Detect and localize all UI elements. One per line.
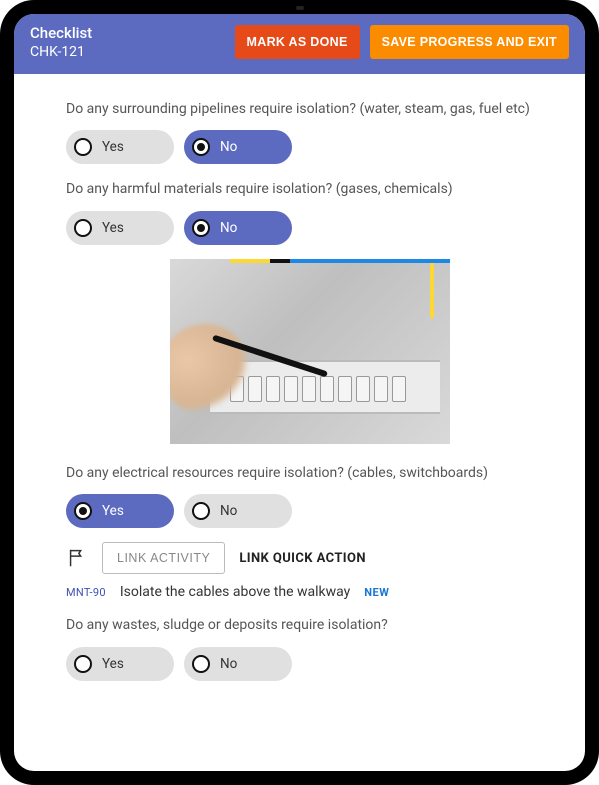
option-yes[interactable]: Yes <box>66 211 174 245</box>
option-label: Yes <box>102 656 124 672</box>
option-no[interactable]: No <box>184 211 292 245</box>
radio-icon <box>192 219 210 237</box>
attachment-image[interactable] <box>170 259 450 444</box>
option-label: No <box>220 220 237 236</box>
header-actions: MARK AS DONE SAVE PROGRESS AND EXIT <box>235 25 569 59</box>
link-row: LINK ACTIVITY LINK QUICK ACTION <box>66 542 553 574</box>
option-label: Yes <box>102 503 124 519</box>
question-harmful-materials: Do any harmful materials require isolati… <box>66 178 553 200</box>
radio-icon <box>74 655 92 673</box>
option-yes[interactable]: Yes <box>66 647 174 681</box>
radio-icon <box>192 655 210 673</box>
options-pipelines: Yes No <box>66 130 553 164</box>
options-wastes: Yes No <box>66 647 553 681</box>
option-no[interactable]: No <box>184 647 292 681</box>
save-progress-exit-button[interactable]: SAVE PROGRESS AND EXIT <box>370 25 569 59</box>
checklist-id: CHK-121 <box>30 44 92 60</box>
radio-icon <box>192 502 210 520</box>
app-header: Checklist CHK-121 MARK AS DONE SAVE PROG… <box>14 14 585 74</box>
options-harmful-materials: Yes No <box>66 211 553 245</box>
option-yes[interactable]: Yes <box>66 130 174 164</box>
option-label: No <box>220 139 237 155</box>
question-wastes: Do any wastes, sludge or deposits requir… <box>66 614 553 636</box>
header-title-block: Checklist CHK-121 <box>30 24 92 60</box>
new-badge: NEW <box>364 586 389 599</box>
option-yes[interactable]: Yes <box>66 494 174 528</box>
radio-icon <box>74 138 92 156</box>
app-screen: Checklist CHK-121 MARK AS DONE SAVE PROG… <box>14 14 585 771</box>
tablet-frame: Checklist CHK-121 MARK AS DONE SAVE PROG… <box>0 0 599 785</box>
checklist-content[interactable]: Do any surrounding pipelines require iso… <box>14 74 585 771</box>
options-electrical: Yes No <box>66 494 553 528</box>
option-no[interactable]: No <box>184 130 292 164</box>
flag-icon[interactable] <box>66 547 88 569</box>
page-title: Checklist <box>30 24 92 42</box>
question-electrical: Do any electrical resources require isol… <box>66 462 553 484</box>
link-activity-button[interactable]: LINK ACTIVITY <box>102 542 225 574</box>
link-quick-action-button[interactable]: LINK QUICK ACTION <box>239 551 366 566</box>
option-label: Yes <box>102 139 124 155</box>
radio-icon <box>74 502 92 520</box>
radio-icon <box>74 219 92 237</box>
option-label: Yes <box>102 220 124 236</box>
camera-dot <box>296 6 304 10</box>
linked-id: MNT-90 <box>66 586 106 599</box>
mark-as-done-button[interactable]: MARK AS DONE <box>235 25 360 59</box>
linked-text: Isolate the cables above the walkway <box>120 584 350 600</box>
option-no[interactable]: No <box>184 494 292 528</box>
radio-icon <box>192 138 210 156</box>
linked-activity-row[interactable]: MNT-90 Isolate the cables above the walk… <box>66 584 553 600</box>
option-label: No <box>220 503 237 519</box>
question-pipelines: Do any surrounding pipelines require iso… <box>66 98 553 120</box>
option-label: No <box>220 656 237 672</box>
